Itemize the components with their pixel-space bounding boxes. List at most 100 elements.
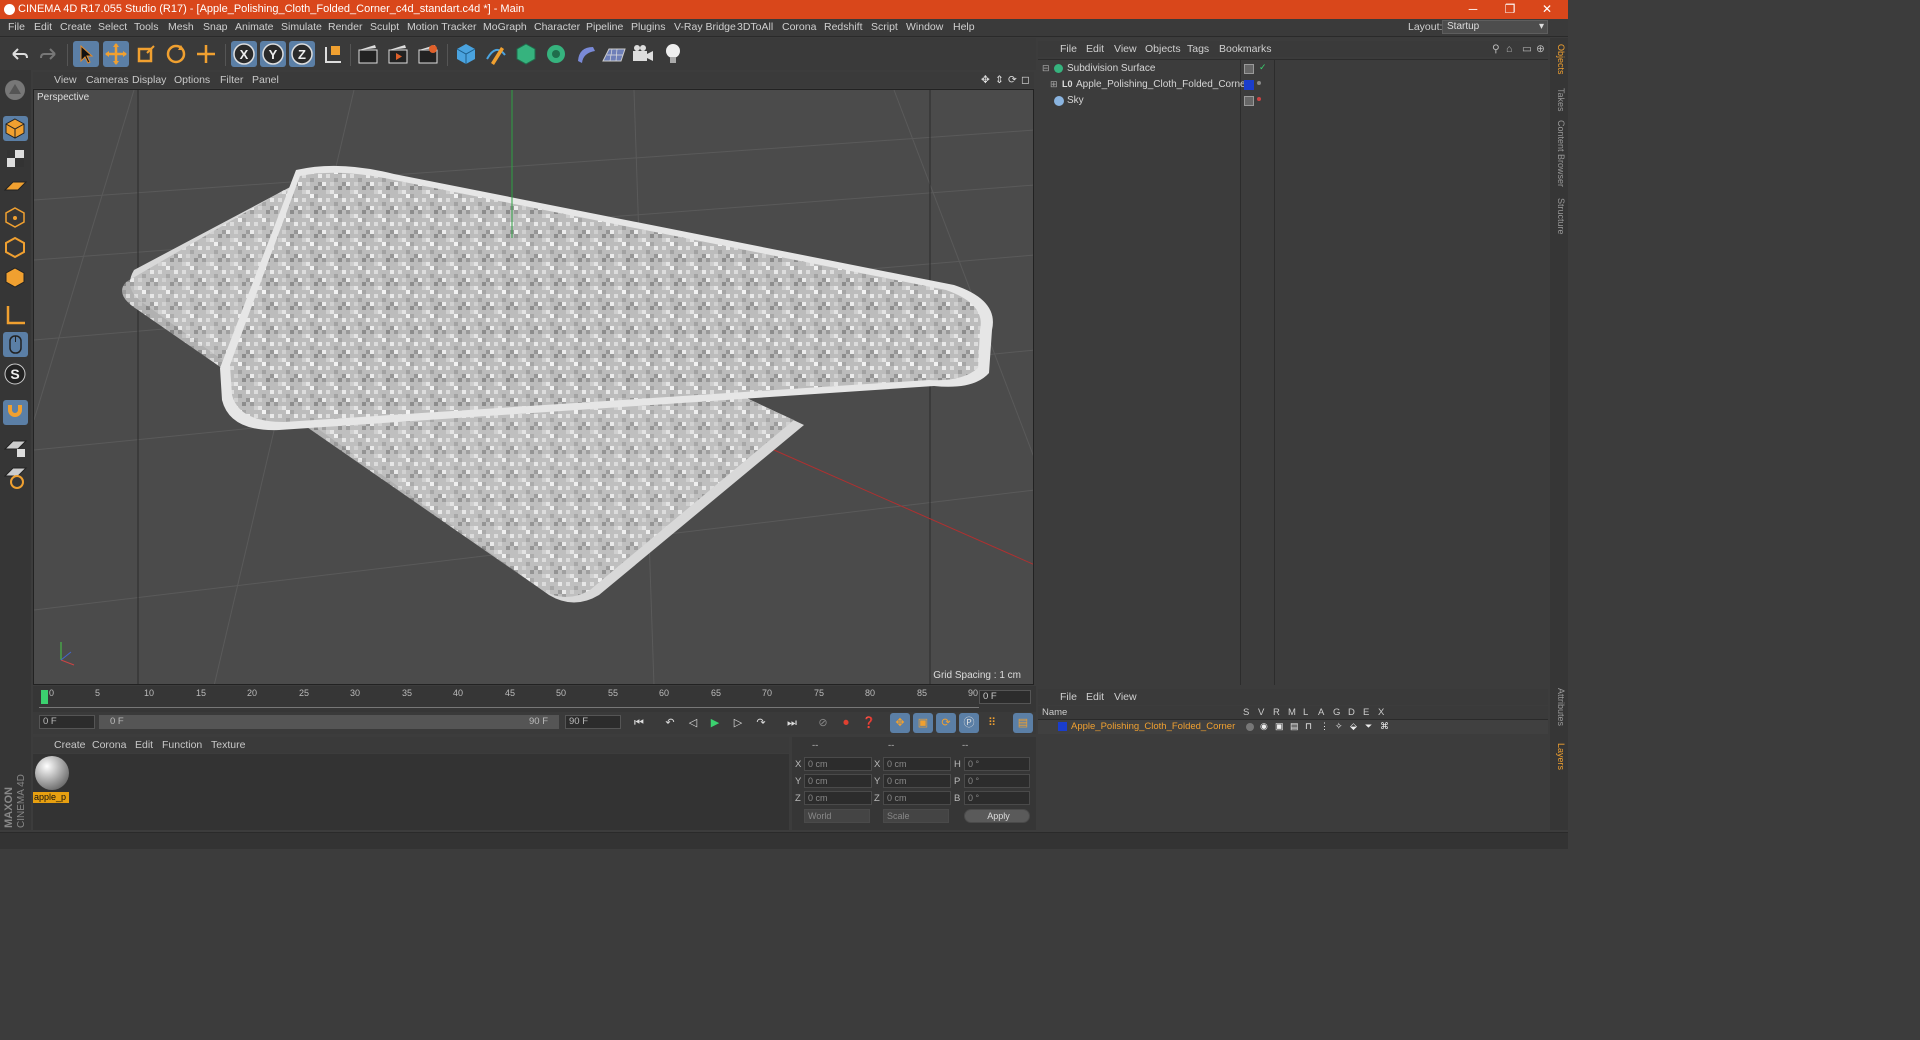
material-menu-texture[interactable]: Texture: [211, 739, 245, 751]
layer-tag-icon[interactable]: [1244, 96, 1254, 106]
key-pla-button[interactable]: ⠿: [982, 713, 1002, 733]
position-x-field[interactable]: 0 cm: [804, 757, 872, 771]
expand-icon[interactable]: ⊞: [1050, 79, 1058, 90]
new-window-icon[interactable]: ▭: [1522, 43, 1532, 55]
playhead[interactable]: [41, 690, 48, 704]
lm-menu-file[interactable]: File: [1060, 691, 1077, 703]
autokey-button[interactable]: ⏺: [836, 713, 856, 733]
workplane-mode-button[interactable]: [3, 174, 28, 199]
generator-icon[interactable]: ✧: [1335, 721, 1343, 732]
coordinate-mode-select[interactable]: World: [804, 809, 870, 823]
om-menu-tags[interactable]: Tags: [1187, 43, 1209, 55]
tab-attributes[interactable]: Attributes: [1552, 688, 1566, 726]
lock-icon[interactable]: ⊓: [1305, 721, 1312, 732]
om-menu-objects[interactable]: Objects: [1145, 43, 1181, 55]
subdivision-button[interactable]: [513, 41, 539, 67]
layer-col-deformers[interactable]: D: [1348, 707, 1355, 718]
pen-button[interactable]: [483, 41, 509, 67]
search-icon[interactable]: ⚲: [1492, 43, 1500, 55]
viewport-maximize-icon[interactable]: ◻: [1021, 74, 1030, 86]
model-mode-button[interactable]: [3, 116, 28, 141]
xref-icon[interactable]: ⌘: [1380, 721, 1389, 732]
locked-workplane-button[interactable]: [3, 435, 28, 460]
solo-icon[interactable]: [1246, 723, 1254, 731]
menu-vray-bridge[interactable]: V-Ray Bridge: [674, 21, 736, 33]
object-row[interactable]: ⊟ Subdivision Surface ✓: [1038, 61, 1548, 77]
menu-edit[interactable]: Edit: [34, 21, 52, 33]
menu-mograph[interactable]: MoGraph: [483, 21, 527, 33]
viewport-menu-filter[interactable]: Filter: [220, 74, 243, 86]
cube-button[interactable]: [453, 41, 479, 67]
transform-button[interactable]: [193, 41, 219, 67]
live-selection-button[interactable]: [73, 41, 99, 67]
menu-motion-tracker[interactable]: Motion Tracker: [407, 21, 476, 33]
layer-row[interactable]: Apple_Polishing_Cloth_Folded_Corner ◉ ▣ …: [1038, 720, 1548, 734]
key-position-button[interactable]: ✥: [890, 713, 910, 733]
menu-create[interactable]: Create: [60, 21, 92, 33]
menu-character[interactable]: Character: [534, 21, 580, 33]
polygons-mode-button[interactable]: [3, 265, 28, 290]
collapse-icon[interactable]: ⊟: [1042, 63, 1050, 74]
layout-select[interactable]: Startup ▾: [1442, 20, 1548, 34]
layer-col-animation[interactable]: A: [1318, 707, 1324, 718]
layer-color-swatch[interactable]: [1058, 722, 1067, 731]
home-icon[interactable]: ⌂: [1506, 43, 1512, 55]
menu-script[interactable]: Script: [871, 21, 898, 33]
om-menu-view[interactable]: View: [1114, 43, 1137, 55]
close-button[interactable]: ✕: [1530, 0, 1564, 19]
layer-col-xref[interactable]: X: [1378, 707, 1384, 718]
layer-tag-icon[interactable]: [1244, 64, 1254, 74]
y-axis-button[interactable]: Y: [260, 41, 286, 67]
object-row[interactable]: Sky: [1038, 93, 1548, 109]
z-axis-button[interactable]: Z: [289, 41, 315, 67]
timeline[interactable]: 0 5 10 15 20 25 30 35 40 45 50 55 60 65 …: [33, 686, 1036, 712]
enabled-check-icon[interactable]: ✓: [1259, 62, 1267, 73]
material-menu-edit[interactable]: Edit: [135, 739, 153, 751]
undo-button[interactable]: [6, 41, 32, 67]
menu-animate[interactable]: Animate: [235, 21, 274, 33]
menu-window[interactable]: Window: [906, 21, 943, 33]
eye-icon[interactable]: ◉: [1260, 721, 1268, 732]
layer-col-render[interactable]: R: [1273, 707, 1280, 718]
tab-structure[interactable]: Structure: [1552, 198, 1566, 235]
key-rotation-button[interactable]: ⟳: [936, 713, 956, 733]
current-frame-field[interactable]: 0 F: [979, 690, 1031, 704]
move-button[interactable]: [103, 41, 129, 67]
snap-button[interactable]: S: [3, 362, 28, 387]
render-to-picture-viewer-button[interactable]: [385, 41, 411, 67]
edges-mode-button[interactable]: [3, 235, 28, 260]
record-button[interactable]: ⊘: [813, 713, 833, 733]
visibility-dot-icon[interactable]: [1257, 81, 1261, 85]
object-name[interactable]: Sky: [1067, 95, 1084, 106]
end-frame-field[interactable]: 90 F: [565, 715, 621, 729]
points-mode-button[interactable]: [3, 205, 28, 230]
menu-select[interactable]: Select: [98, 21, 127, 33]
om-menu-edit[interactable]: Edit: [1086, 43, 1104, 55]
deformer-icon[interactable]: ⬙: [1350, 721, 1357, 732]
render-icon[interactable]: ▣: [1275, 721, 1284, 732]
scale-button[interactable]: [133, 41, 159, 67]
viewport-pan-icon[interactable]: ⇕: [995, 74, 1004, 86]
layer-col-expressions[interactable]: E: [1363, 707, 1369, 718]
light-button[interactable]: [660, 41, 686, 67]
position-z-field[interactable]: 0 cm: [804, 791, 872, 805]
position-y-field[interactable]: 0 cm: [804, 774, 872, 788]
viewport-navigate-icon[interactable]: ✥: [981, 74, 990, 86]
menu-sculpt[interactable]: Sculpt: [370, 21, 399, 33]
object-name[interactable]: Subdivision Surface: [1067, 63, 1155, 74]
lm-menu-view[interactable]: View: [1114, 691, 1137, 703]
planar-workplane-button[interactable]: [3, 466, 28, 491]
coordinate-system-button[interactable]: [320, 41, 346, 67]
tab-content-browser[interactable]: Content Browser: [1552, 120, 1566, 187]
texture-mode-button[interactable]: [3, 146, 28, 171]
visibility-dot-icon[interactable]: [1257, 97, 1261, 101]
keyframe-selection-button[interactable]: ❓: [859, 713, 879, 733]
material-menu-create[interactable]: Create: [54, 739, 86, 751]
viewport-menu-display[interactable]: Display: [132, 74, 166, 86]
next-key-button[interactable]: ↷: [751, 713, 771, 733]
floor-button[interactable]: [601, 41, 627, 67]
viewport-menu-view[interactable]: View: [54, 74, 77, 86]
size-x-field[interactable]: 0 cm: [883, 757, 951, 771]
perspective-viewport[interactable]: Perspective Grid Spacing : 1 cm: [33, 89, 1034, 685]
object-row[interactable]: ⊞ L0 Apple_Polishing_Cloth_Folded_Corner: [1038, 77, 1548, 93]
